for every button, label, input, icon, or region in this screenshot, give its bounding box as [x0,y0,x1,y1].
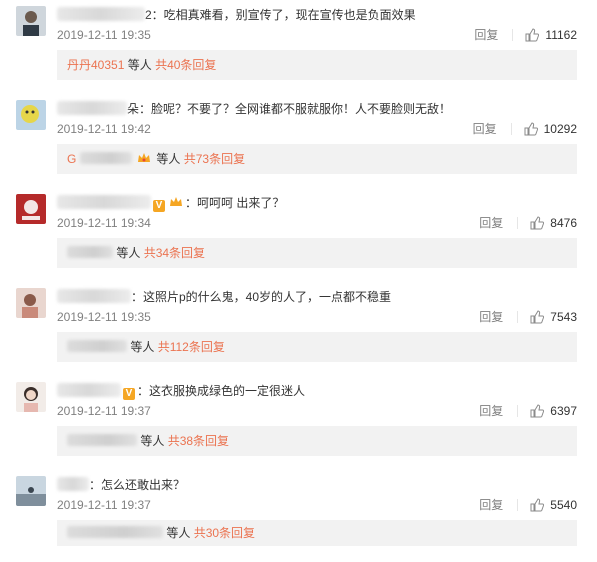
comment-text: ：这照片p的什么鬼，40岁的人了，一点都不稳重 [57,288,391,306]
comment-item: 朵：脸呢？不要了？全网谁都不服就服你！人不要脸则无敌！ 2019-12-11 1… [0,94,597,186]
comment-list: 2：吃相真难看，别宣传了，现在宣传也是负面效果 2019-12-11 19:35… [0,0,597,550]
reply-preview[interactable]: 等人 共38条回复 [57,426,577,456]
timestamp: 2019-12-11 19:34 [57,216,151,230]
like-count: 6397 [550,403,577,418]
like-count: 10292 [543,121,577,136]
reply-button[interactable]: 回复 [473,120,497,137]
crown-badge-icon [138,153,151,162]
comment-item: ：怎么还敢出来？ 2019-12-11 19:37 回复 5540 等人 共30… [0,470,597,562]
comment-text: 2：吃相真难看，别宣传了，现在宣传也是负面效果 [57,6,416,24]
avatar[interactable] [16,476,46,506]
thumbs-up-icon [530,403,545,417]
verified-badge-icon: V [123,388,135,400]
avatar[interactable] [16,288,46,318]
comment-text: ：怎么还敢出来？ [57,476,185,494]
reply-count-link[interactable]: 共38条回复 [168,434,229,448]
reply-preview[interactable]: 等人 共112条回复 [57,332,577,362]
reply-button[interactable]: 回复 [479,308,503,325]
like-button[interactable]: 10292 [524,122,577,136]
avatar[interactable] [16,194,46,224]
divider [517,310,519,323]
divider [517,404,519,417]
username[interactable] [57,383,121,397]
crown-badge-icon [170,197,182,206]
reply-etc: 等人 [127,58,152,72]
reply-etc: 等人 [140,434,165,448]
timestamp: 2019-12-11 19:35 [57,28,151,42]
timestamp: 2019-12-11 19:37 [57,404,151,418]
username[interactable] [57,101,127,115]
comment-item: V ：呵呵呵 出来了？ 2019-12-11 19:34 回复 8476 等人 共… [0,188,597,280]
reply-count-link[interactable]: 共40条回复 [155,58,216,72]
reply-preview[interactable]: 等人 共34条回复 [57,238,577,268]
reply-count-link[interactable]: 共73条回复 [184,152,245,166]
timestamp: 2019-12-11 19:37 [57,498,151,512]
username[interactable] [57,195,151,209]
comment-actions: 回复 10292 [473,120,577,137]
comment-actions: 回复 7543 [479,308,577,325]
like-button[interactable]: 6397 [530,404,577,418]
comment-item: ：这照片p的什么鬼，40岁的人了，一点都不稳重 2019-12-11 19:35… [0,282,597,374]
like-button[interactable]: 8476 [530,216,577,230]
comment-item: V ：这衣服换成绿色的一定很迷人 2019-12-11 19:37 回复 6397… [0,376,597,468]
avatar[interactable] [16,100,46,130]
reply-nick[interactable]: G [67,152,76,166]
avatar[interactable] [16,6,46,36]
reply-count-link[interactable]: 共34条回复 [144,246,205,260]
reply-etc: 等人 [130,340,155,354]
divider [517,216,519,229]
reply-count-link[interactable]: 共30条回复 [194,526,255,540]
username[interactable] [57,477,89,491]
comment-actions: 回复 11162 [474,26,577,43]
comment-text: V ：呵呵呵 出来了？ [57,194,284,212]
comment-actions: 回复 8476 [479,214,577,231]
reply-preview[interactable]: 等人 共30条回复 [57,520,577,546]
reply-nick-blurred [67,246,113,258]
like-count: 5540 [550,497,577,512]
comment-item: 2：吃相真难看，别宣传了，现在宣传也是负面效果 2019-12-11 19:35… [0,0,597,92]
timestamp: 2019-12-11 19:35 [57,310,151,324]
reply-nick-blurred [67,434,137,446]
username[interactable] [57,7,145,21]
reply-button[interactable]: 回复 [479,214,503,231]
reply-count-link[interactable]: 共112条回复 [158,340,225,354]
reply-button[interactable]: 回复 [479,496,503,513]
comment-actions: 回复 6397 [479,402,577,419]
like-count: 8476 [550,215,577,230]
reply-button[interactable]: 回复 [479,402,503,419]
thumbs-up-icon [530,497,545,511]
like-button[interactable]: 11162 [525,28,577,42]
reply-button[interactable]: 回复 [474,26,498,43]
thumbs-up-icon [524,121,538,135]
reply-etc: 等人 [116,246,141,260]
thumbs-up-icon [525,27,540,41]
thumbs-up-icon [530,309,545,323]
reply-etc: 等人 [166,526,191,540]
like-count: 7543 [550,309,577,324]
reply-nick-blurred [67,340,127,352]
like-button[interactable]: 5540 [530,498,577,512]
reply-nick-blurred [67,526,163,538]
like-count: 11162 [545,27,577,42]
avatar[interactable] [16,382,46,412]
comment-text: V ：这衣服换成绿色的一定很迷人 [57,382,305,400]
reply-nick[interactable]: 丹丹40351 [67,58,124,72]
like-button[interactable]: 7543 [530,310,577,324]
comment-actions: 回复 5540 [479,496,577,513]
reply-preview[interactable]: 丹丹40351 等人 共40条回复 [57,50,577,80]
username[interactable] [57,289,131,303]
reply-etc: 等人 [156,152,181,166]
divider [510,122,512,135]
thumbs-up-icon [530,215,545,229]
divider [512,28,514,41]
verified-badge-icon: V [153,200,165,212]
reply-preview[interactable]: G 等人 共73条回复 [57,144,577,174]
comment-text: 朵：脸呢？不要了？全网谁都不服就服你！人不要脸则无敌！ [57,100,451,118]
divider [517,498,519,511]
reply-nick-blurred [79,152,132,164]
timestamp: 2019-12-11 19:42 [57,122,151,136]
